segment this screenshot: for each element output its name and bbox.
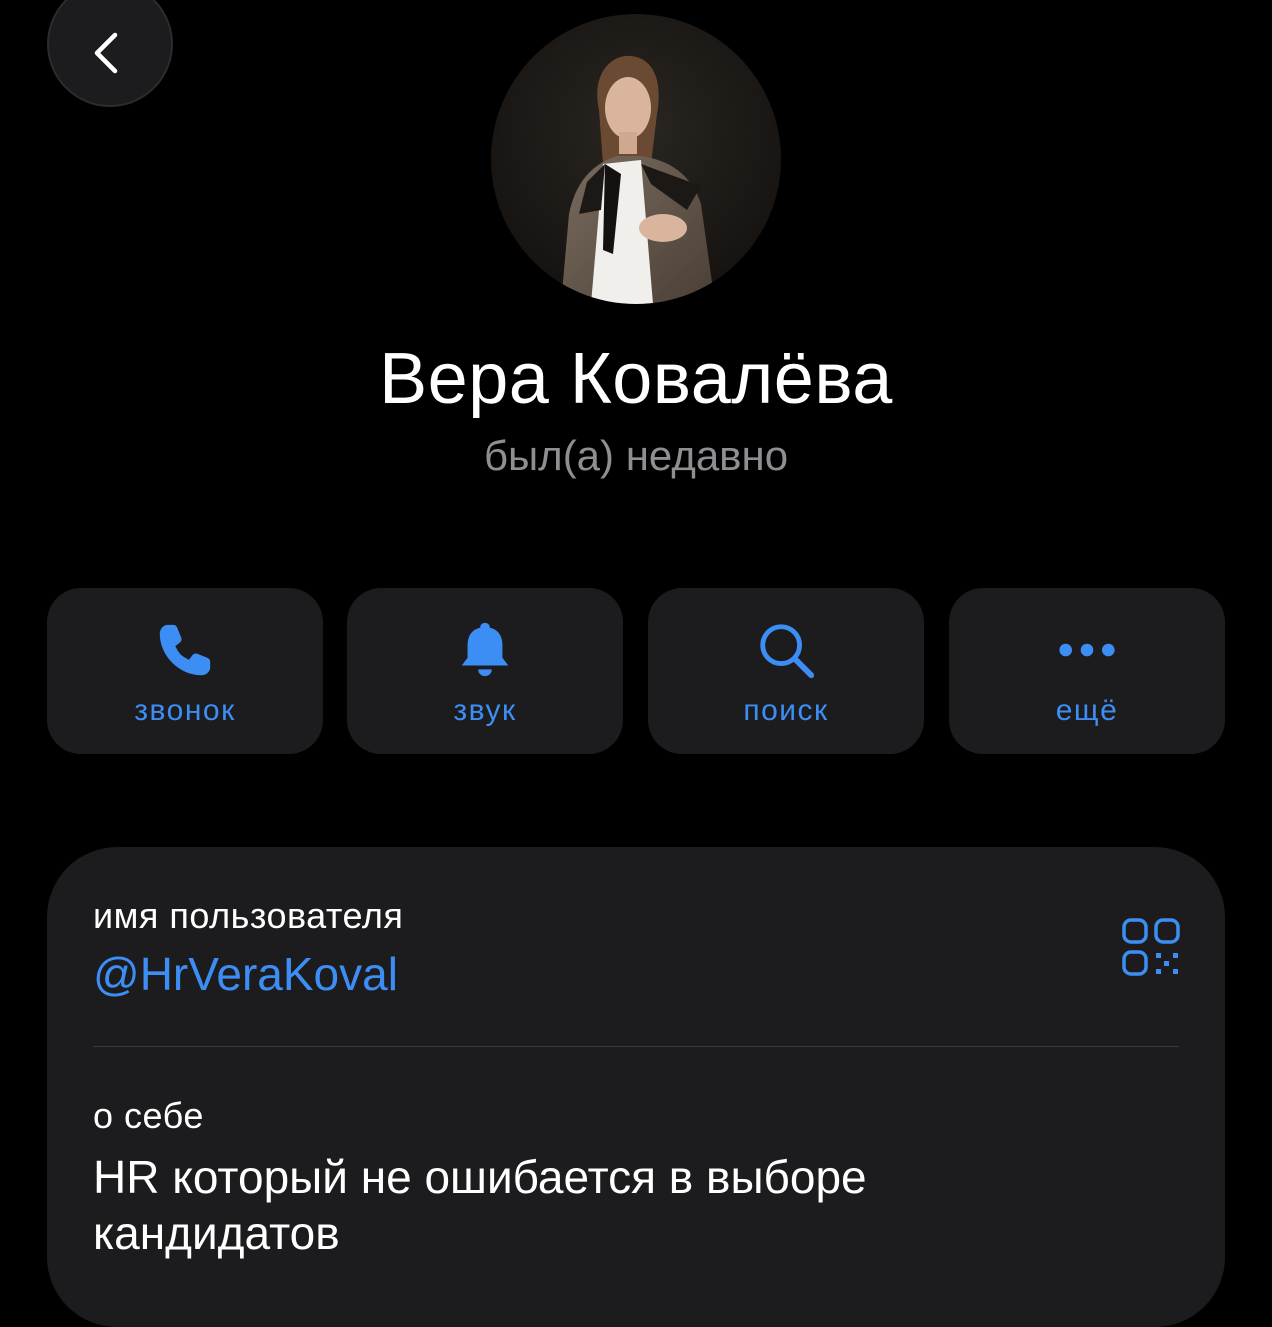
info-card: имя пользователя @HrVeraKoval о себе HR … — [47, 847, 1225, 1327]
username-caption: имя пользователя — [93, 895, 404, 936]
action-bar: звонок звук поиск ещё — [47, 588, 1225, 754]
sound-label: звук — [453, 694, 517, 727]
more-button[interactable]: ещё — [949, 588, 1225, 754]
call-button[interactable]: звонок — [47, 588, 323, 754]
bell-icon — [451, 616, 519, 684]
chevron-left-icon — [94, 32, 118, 74]
back-button[interactable] — [47, 0, 173, 107]
search-label: поиск — [743, 694, 829, 727]
search-icon — [752, 616, 820, 684]
search-button[interactable]: поиск — [648, 588, 924, 754]
qr-code-icon — [1122, 918, 1180, 976]
ellipsis-icon — [1053, 616, 1121, 684]
profile-status: был(а) недавно — [483, 432, 789, 479]
avatar[interactable] — [491, 14, 781, 304]
bio-caption: о себе — [93, 1095, 204, 1136]
sound-button[interactable]: звук — [347, 588, 623, 754]
more-label: ещё — [1055, 694, 1119, 727]
phone-icon — [151, 616, 219, 684]
divider — [93, 1046, 1179, 1047]
username-link[interactable]: @HrVeraKoval — [93, 947, 398, 1001]
profile-name: Вера Ковалёва — [379, 339, 893, 419]
profile-photo — [491, 14, 781, 304]
qr-code-button[interactable] — [1121, 917, 1181, 977]
call-label: звонок — [134, 694, 236, 727]
bio-text: HR который не ошибается в выборе кандида… — [93, 1151, 867, 1259]
